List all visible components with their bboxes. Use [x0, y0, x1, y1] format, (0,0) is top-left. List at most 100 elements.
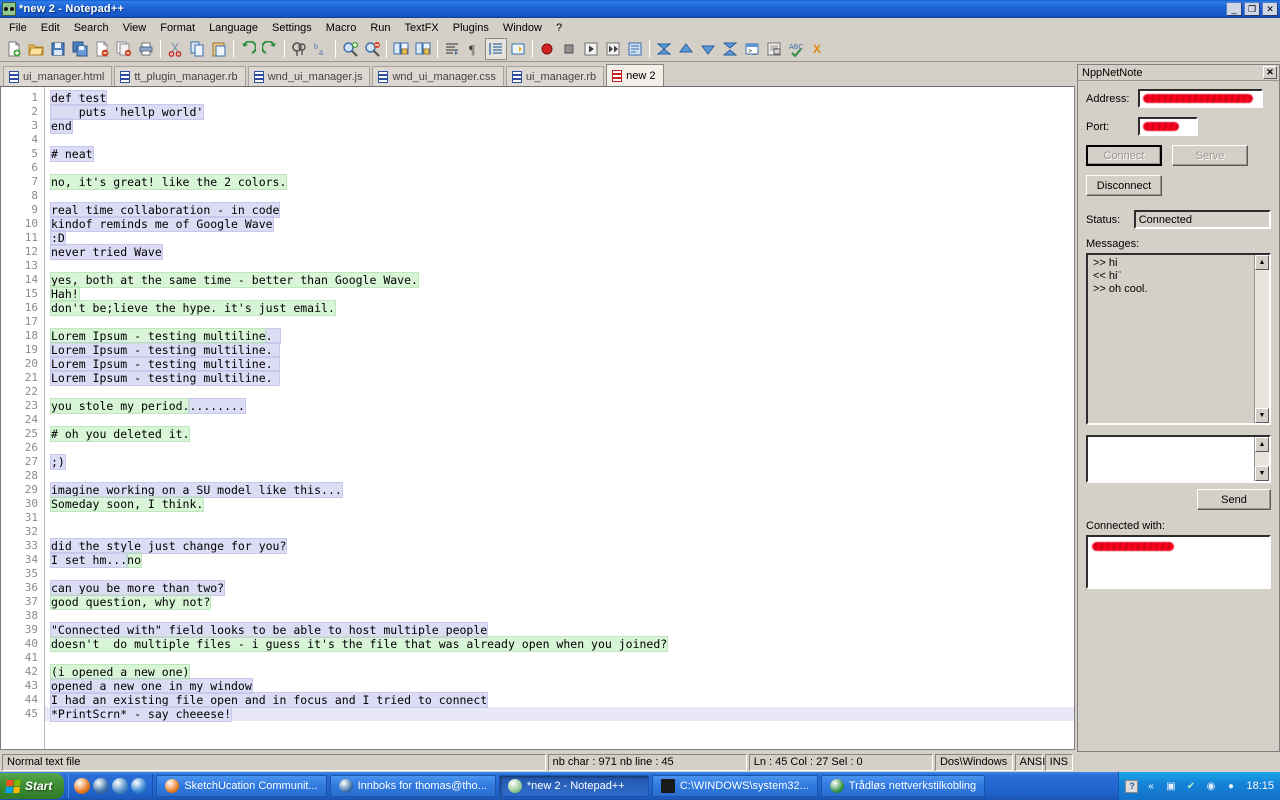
network-icon[interactable]: ▣ — [1163, 779, 1178, 794]
indent-guide-icon[interactable] — [485, 38, 507, 60]
code-line[interactable]: puts 'hellp world' — [45, 104, 1074, 120]
code-line[interactable] — [45, 259, 1074, 273]
code-line[interactable] — [45, 161, 1074, 175]
find-icon[interactable] — [288, 38, 310, 60]
code-line[interactable] — [45, 525, 1074, 539]
code-line[interactable] — [45, 413, 1074, 427]
input-scroll-up-icon[interactable]: ▲ — [1255, 437, 1269, 452]
disconnect-button[interactable]: Disconnect — [1086, 175, 1162, 196]
message-input-scrollbar[interactable]: ▲ ▼ — [1254, 437, 1269, 481]
disc-icon[interactable]: ◉ — [1203, 779, 1218, 794]
replace-icon[interactable]: ba — [310, 38, 332, 60]
expand-all-icon[interactable] — [719, 38, 741, 60]
code-line[interactable]: I had an existing file open and in focus… — [45, 692, 1074, 708]
collapse-all-icon[interactable] — [653, 38, 675, 60]
save-all-icon[interactable] — [69, 38, 91, 60]
menu-item-format[interactable]: Format — [153, 20, 202, 36]
code-line[interactable]: (i opened a new one) — [45, 664, 1074, 680]
print-icon[interactable] — [135, 38, 157, 60]
menu-item-view[interactable]: View — [116, 20, 154, 36]
message-input[interactable]: ▲ ▼ — [1086, 435, 1271, 483]
code-line[interactable]: Lorem Ipsum - testing multiline. — [45, 342, 1074, 358]
code-line[interactable] — [45, 441, 1074, 455]
address-input[interactable] — [1138, 89, 1263, 108]
show-all-chars-icon[interactable]: ¶ — [463, 38, 485, 60]
minimize-button[interactable]: _ — [1226, 2, 1242, 16]
menu-item-edit[interactable]: Edit — [34, 20, 67, 36]
thunderbird-icon[interactable] — [93, 778, 110, 794]
menu-item-search[interactable]: Search — [67, 20, 116, 36]
media-player-icon[interactable] — [112, 778, 129, 794]
editor-area[interactable]: 1 2 3 4 5 6 7 8 9 10 11 12 13 14 15 16 17 18 19 20 21 22 23 24 2… — [0, 86, 1075, 750]
zoom-out-icon[interactable] — [361, 38, 383, 60]
code-line[interactable]: Lorem Ipsum - testing multiline. — [45, 370, 1074, 386]
code-line[interactable]: def test — [45, 90, 1074, 106]
start-button[interactable]: Start — [0, 773, 65, 799]
code-line[interactable]: no, it's great! like the 2 colors. — [45, 174, 1074, 190]
restore-button[interactable]: ❐ — [1244, 2, 1260, 16]
code-line[interactable] — [45, 385, 1074, 399]
code-line[interactable] — [45, 609, 1074, 623]
messages-scrollbar[interactable]: ▲ ▼ — [1254, 255, 1269, 423]
document-map-icon[interactable] — [763, 38, 785, 60]
code-line[interactable]: # oh you deleted it. — [45, 426, 1074, 442]
play-multiple-macro-icon[interactable] — [602, 38, 624, 60]
code-line[interactable]: kindof reminds me of Google Wave — [45, 216, 1074, 232]
menu-item-run[interactable]: Run — [363, 20, 397, 36]
port-input[interactable] — [1138, 117, 1198, 136]
copy-icon[interactable] — [186, 38, 208, 60]
code-text-area[interactable]: def test puts 'hellp world' end # neat no… — [45, 87, 1074, 749]
code-line[interactable]: *PrintScrn* - say cheeese! — [45, 706, 1074, 722]
fold-up-icon[interactable] — [675, 38, 697, 60]
document-tab-5[interactable]: new 2 — [606, 64, 664, 86]
record-macro-icon[interactable] — [536, 38, 558, 60]
panel-close-icon[interactable]: ✕ — [1263, 66, 1277, 79]
document-tab-1[interactable]: tt_plugin_manager.rb — [114, 66, 246, 86]
sync-horizontal-icon[interactable] — [412, 38, 434, 60]
scroll-down-icon[interactable]: ▼ — [1255, 408, 1269, 423]
code-line[interactable]: don't be;lieve the hype. it's just email… — [45, 300, 1074, 316]
input-scroll-down-icon[interactable]: ▼ — [1255, 466, 1269, 481]
redo-icon[interactable] — [259, 38, 281, 60]
close-button[interactable]: ✕ — [1262, 2, 1278, 16]
close-all-icon[interactable] — [113, 38, 135, 60]
code-line[interactable]: Hah! — [45, 286, 1074, 302]
code-line[interactable]: ;) — [45, 454, 1074, 470]
code-line[interactable]: # neat — [45, 146, 1074, 162]
messages-list[interactable]: >> hi << hi¨ >> oh cool. ▲ ▼ — [1086, 253, 1271, 425]
taskbar-item[interactable]: Trådløs nettverkstilkobling — [820, 775, 986, 797]
stop-macro-icon[interactable] — [558, 38, 580, 60]
code-line[interactable] — [45, 469, 1074, 483]
menu-item-settings[interactable]: Settings — [265, 20, 319, 36]
code-line[interactable]: Lorem Ipsum - testing multiline. — [45, 356, 1074, 372]
menu-item-macro[interactable]: Macro — [319, 20, 364, 36]
connect-button[interactable]: Connect — [1086, 145, 1162, 166]
document-tab-0[interactable]: ui_manager.html — [3, 66, 113, 86]
send-button[interactable]: Send — [1197, 489, 1271, 510]
menu-item-[interactable]: ? — [549, 20, 569, 36]
code-line[interactable] — [45, 189, 1074, 203]
code-line[interactable]: doesn't do multiple files - i guess it's… — [45, 636, 1074, 652]
chevron-up-icon[interactable]: « — [1143, 779, 1158, 794]
paste-icon[interactable] — [208, 38, 230, 60]
shield-update-icon[interactable]: ✔ — [1183, 779, 1198, 794]
taskbar-item[interactable]: Innboks for thomas@tho... — [329, 775, 496, 797]
code-line[interactable]: Someday soon, I think. — [45, 496, 1074, 512]
menu-item-textfx[interactable]: TextFX — [398, 20, 446, 36]
code-line[interactable]: did the style just change for you? — [45, 538, 1074, 554]
taskbar-item[interactable]: C:\WINDOWS\system32... — [651, 775, 818, 797]
close-document-button[interactable]: X — [813, 42, 821, 56]
code-line[interactable]: yes, both at the same time - better than… — [45, 272, 1074, 288]
code-line[interactable]: real time collaboration - in code — [45, 202, 1074, 218]
volume-muted-icon[interactable]: ● — [1223, 779, 1238, 794]
unfold-down-icon[interactable] — [697, 38, 719, 60]
code-line[interactable] — [45, 651, 1074, 665]
menu-item-plugins[interactable]: Plugins — [446, 20, 496, 36]
cut-icon[interactable] — [164, 38, 186, 60]
menu-item-window[interactable]: Window — [496, 20, 549, 36]
sync-vertical-icon[interactable] — [390, 38, 412, 60]
code-line[interactable]: you stole my period......... — [45, 398, 1074, 414]
word-wrap-icon[interactable] — [441, 38, 463, 60]
close-file-icon[interactable] — [91, 38, 113, 60]
zoom-in-icon[interactable] — [339, 38, 361, 60]
